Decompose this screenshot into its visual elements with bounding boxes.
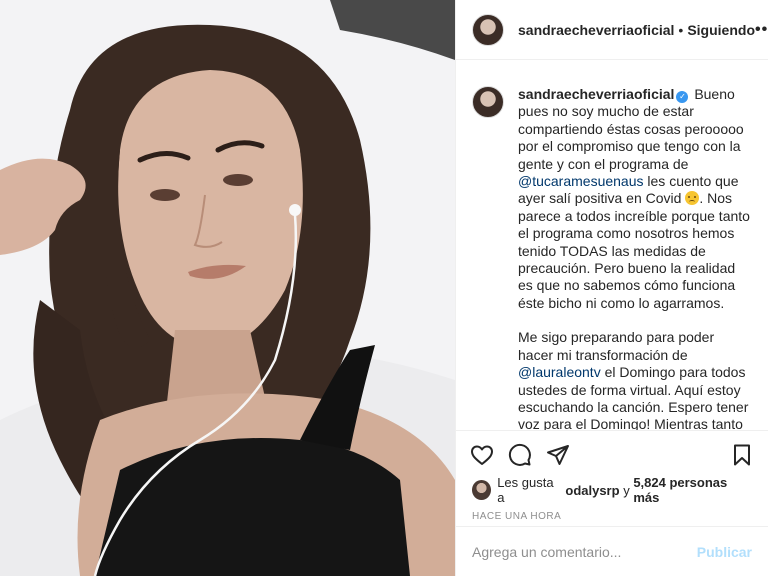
header-username[interactable]: sandraecheverriaoficial (518, 22, 674, 38)
caption-row: sandraecheverriaoficial ✓ Bueno pues no s… (472, 86, 752, 430)
post-header: sandraecheverriaoficial • Siguiendo ••• (456, 0, 768, 60)
caption-scroll-area[interactable]: sandraecheverriaoficial ✓ Bueno pues no s… (456, 60, 768, 430)
actions-area: Les gusta a odalysrp y 5,824 personas má… (456, 430, 768, 576)
post-photo[interactable] (0, 0, 455, 576)
caption-avatar[interactable] (472, 86, 504, 118)
mention-tucaramesuenaus[interactable]: @tucaramesuenaus (518, 173, 644, 189)
liker-username[interactable]: odalysrp (565, 483, 619, 498)
sad-face-emoji-icon (685, 191, 700, 206)
action-icons (456, 431, 768, 479)
caption-paragraph-2: Me sigo preparando para poder hacer mi t… (518, 329, 752, 430)
selfie-image (0, 0, 455, 576)
comment-bar: Publicar (456, 526, 768, 576)
avatar[interactable] (472, 13, 504, 46)
follow-status-button[interactable]: Siguiendo (687, 22, 755, 38)
separator-dot: • (678, 21, 684, 38)
likes-prefix: Les gusta a (497, 475, 554, 505)
likes-middle: y (623, 482, 630, 498)
liker-avatar[interactable] (472, 480, 492, 500)
mention-lauraleontv[interactable]: @lauraleontv (518, 364, 601, 380)
caption-part-4: Me sigo preparando para poder hacer mi t… (518, 329, 715, 363)
caption-username[interactable]: sandraecheverriaoficial (518, 86, 674, 102)
share-icon[interactable] (544, 441, 572, 469)
likes-count[interactable]: 5,824 personas más (633, 475, 752, 505)
post-side-panel: sandraecheverriaoficial • Siguiendo ••• … (455, 0, 768, 576)
verified-badge-icon: ✓ (676, 91, 689, 103)
post-comment-button[interactable]: Publicar (697, 544, 752, 560)
more-options-icon[interactable]: ••• (755, 21, 768, 39)
heart-icon[interactable] (468, 441, 496, 469)
caption-part-3: . Nos parece a todos increíble porque ta… (518, 190, 750, 311)
comment-icon[interactable] (506, 441, 534, 469)
caption-text: sandraecheverriaoficial ✓ Bueno pues no s… (518, 86, 752, 430)
bookmark-icon[interactable] (728, 441, 756, 469)
comment-input[interactable] (472, 543, 697, 560)
likes-row: Les gusta a odalysrp y 5,824 personas má… (456, 475, 768, 505)
